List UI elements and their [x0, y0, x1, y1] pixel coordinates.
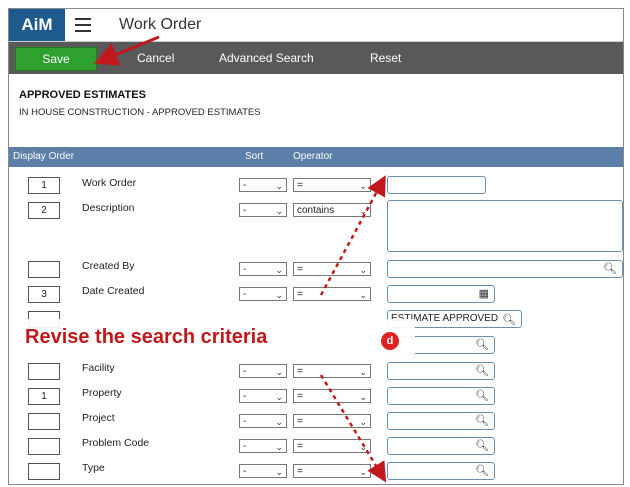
annotation-arrows [93, 35, 387, 483]
arrow-to-save [93, 35, 160, 66]
arrow-up-dashed [319, 175, 386, 296]
arrow-down-dashed [319, 374, 387, 483]
app-window: AiM Work Order Save Cancel Advanced Sear… [8, 8, 624, 485]
